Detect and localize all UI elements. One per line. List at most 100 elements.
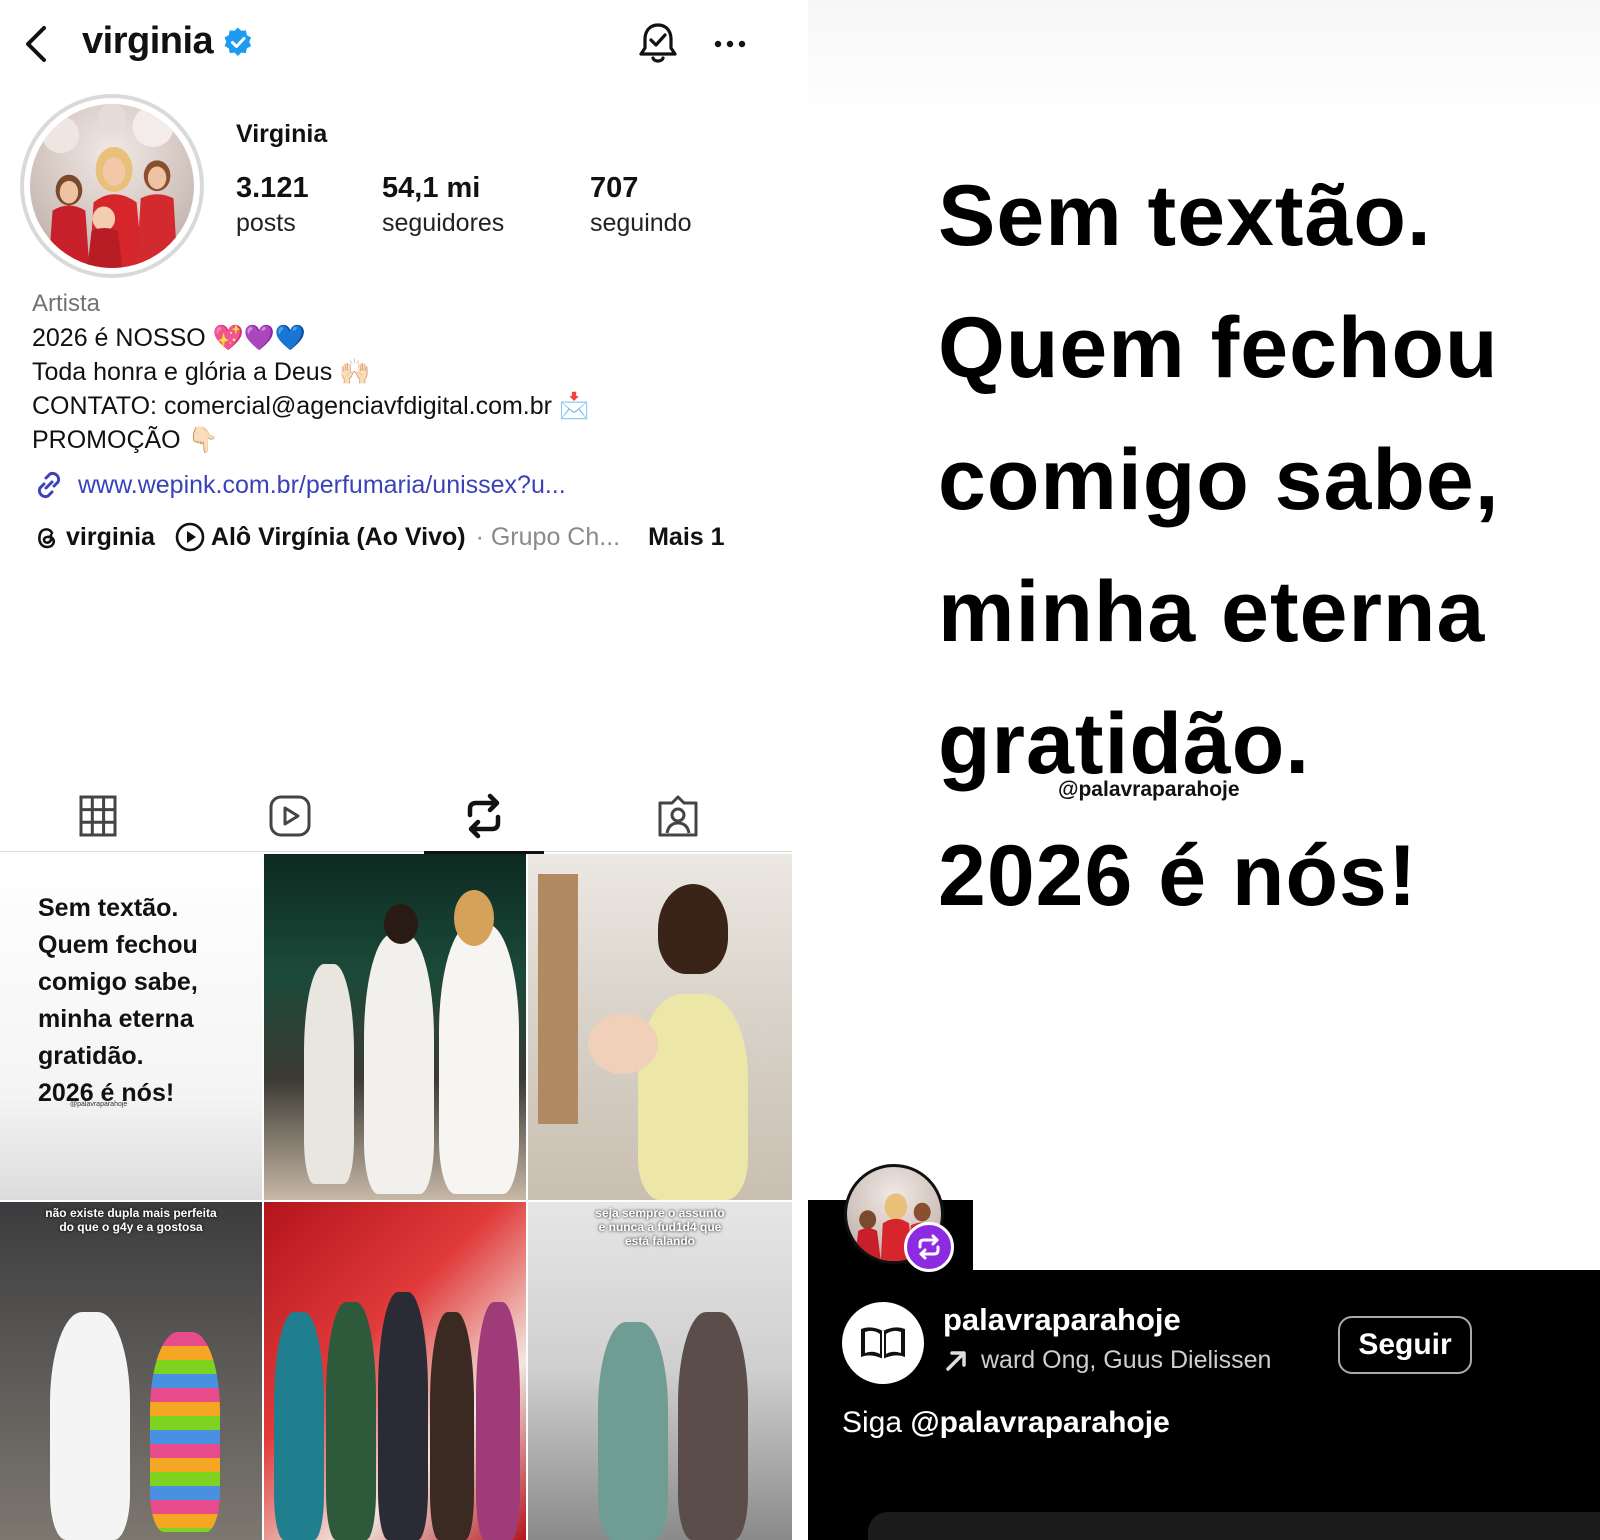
grid-post-text[interactable]: Sem textão. Quem fechou comigo sabe, min…	[0, 854, 262, 1200]
text-post-line: comigo sabe,	[38, 968, 198, 996]
stat-posts-label: posts	[236, 209, 296, 237]
story-line: Quem fechou	[938, 300, 1499, 396]
photo-figure	[384, 904, 418, 944]
more-options-button[interactable]	[712, 26, 748, 62]
story-caption-handle[interactable]: @palavraparahoje	[910, 1406, 1169, 1439]
reposts-grid: Sem textão. Quem fechou comigo sabe, min…	[0, 854, 792, 1540]
story-account-name[interactable]: palavraparahoje	[943, 1302, 1181, 1338]
repost-badge	[904, 1222, 954, 1272]
stat-posts[interactable]: 3.121 posts	[236, 172, 309, 238]
avatar-photo	[30, 104, 194, 268]
grid-icon	[79, 795, 117, 837]
story-music[interactable]: ward Ong, Guus Dielissen	[943, 1346, 1303, 1375]
repost-badge-icon	[918, 1234, 940, 1260]
photo-figure	[658, 884, 728, 974]
story-caption-prefix: Siga	[842, 1406, 911, 1439]
live-chip[interactable]: Alô Virgínia (Ao Vivo) · Grupo Ch...	[175, 522, 620, 552]
profile-handle: virginia	[82, 20, 253, 63]
story-line: minha eterna	[938, 564, 1486, 660]
photo-figure	[430, 1312, 474, 1540]
story-line: comigo sabe,	[938, 432, 1500, 528]
photo-figure	[326, 1302, 376, 1540]
back-button[interactable]	[22, 22, 56, 66]
stat-followers-value: 54,1 mi	[382, 172, 481, 204]
story-account-avatar[interactable]	[842, 1302, 924, 1384]
photo-figure	[364, 934, 434, 1194]
play-circle-icon	[175, 522, 205, 552]
grid-post-photo[interactable]	[264, 854, 526, 1200]
story-text: Sem textão. Quem fechou comigo sabe, min…	[938, 150, 1500, 942]
profile-panel: virginia Virginia 3.121 posts 54,1 mi se…	[0, 0, 792, 1540]
photo-figure	[150, 1332, 220, 1532]
stat-followers[interactable]: 54,1 mi seguidores	[382, 172, 504, 238]
tab-tagged[interactable]	[618, 780, 738, 852]
profile-link-url: www.wepink.com.br/perfumaria/unissex?u..…	[78, 470, 566, 499]
verified-badge-icon	[224, 26, 252, 56]
profile-tabs	[0, 780, 792, 854]
stat-posts-value: 3.121	[236, 172, 309, 204]
grid-post-photo[interactable]: seja sempre o assunto e nunca a fud1d4 q…	[528, 1202, 792, 1540]
story-music-text: ward Ong, Guus Dielissen	[981, 1346, 1272, 1374]
story-watermark: @palavraparahoje	[1058, 778, 1240, 801]
grid-post-photo[interactable]	[264, 1202, 526, 1540]
photo-figure	[598, 1322, 668, 1540]
bio-line: Toda honra e glória a Deus 🙌🏻	[32, 358, 371, 386]
profile-chips: virginia Alô Virgínia (Ao Vivo) · Grupo …	[32, 522, 725, 552]
profile-link[interactable]: www.wepink.com.br/perfumaria/unissex?u..…	[32, 468, 566, 502]
bell-check-icon	[639, 23, 677, 63]
stat-following-label: seguindo	[590, 209, 692, 237]
threads-label: virginia	[66, 522, 155, 551]
profile-full-name: Virginia	[236, 120, 328, 148]
photo-figure	[454, 890, 494, 946]
book-icon	[861, 1327, 905, 1359]
photo-figure	[378, 1292, 428, 1540]
more-chips-button[interactable]: Mais 1	[648, 523, 724, 552]
post-caption: não existe dupla mais perfeita do que o …	[0, 1206, 262, 1234]
tab-reels[interactable]	[230, 780, 350, 852]
photo-wall	[538, 874, 578, 1124]
text-post-line: minha eterna	[38, 1005, 194, 1033]
post-caption-line: do que o g4y e a gostosa	[59, 1220, 203, 1234]
chevron-left-icon	[26, 26, 46, 62]
grid-post-photo[interactable]	[528, 854, 792, 1200]
tab-reposts[interactable]	[424, 780, 544, 854]
bio-line: CONTATO: comercial@agenciavfdigital.com.…	[32, 392, 591, 420]
notifications-button[interactable]	[636, 20, 680, 66]
photo-figure	[439, 924, 519, 1194]
story-footer	[808, 1270, 1600, 1540]
post-caption-line: e nunca a fud1d4 que	[598, 1220, 722, 1234]
story-line: 2026 é nós!	[938, 828, 1418, 924]
text-post-line: gratidão.	[38, 1042, 144, 1070]
photo-figure	[638, 994, 748, 1200]
profile-avatar[interactable]	[20, 94, 204, 278]
profile-header: virginia	[0, 0, 792, 90]
ellipsis-icon	[714, 40, 746, 48]
grid-post-photo[interactable]: não existe dupla mais perfeita do que o …	[0, 1202, 262, 1540]
text-post-watermark: @palavraparahoje	[70, 1101, 128, 1108]
bio-line: 2026 é NOSSO 💖💜💙	[32, 324, 307, 352]
follow-button[interactable]: Seguir	[1338, 1316, 1472, 1374]
tab-grid[interactable]	[38, 780, 158, 852]
live-label: Alô Virgínia (Ao Vivo)	[210, 522, 466, 551]
handle-text: virginia	[82, 20, 214, 62]
photo-figure	[50, 1312, 130, 1540]
stat-following-value: 707	[590, 172, 639, 204]
story-line: Sem textão.	[938, 168, 1432, 264]
reels-icon	[269, 795, 311, 837]
photo-figure	[678, 1312, 748, 1540]
post-caption-line: não existe dupla mais perfeita	[45, 1206, 217, 1220]
photo-figure	[304, 964, 354, 1184]
post-caption-line: está falando	[624, 1234, 696, 1248]
threads-chip[interactable]: virginia	[32, 523, 155, 552]
stat-following[interactable]: 707 seguindo	[590, 172, 691, 238]
story-viewer[interactable]: Sem textão. Quem fechou comigo sabe, min…	[808, 0, 1600, 1540]
arrow-up-right-icon	[946, 1350, 966, 1371]
story-caption: Siga @palavraparahoje	[842, 1406, 1170, 1440]
stat-followers-label: seguidores	[382, 209, 505, 237]
repost-icon	[467, 793, 501, 839]
photo-figure	[476, 1302, 520, 1540]
family-photo-illustration	[42, 104, 178, 268]
photo-figure	[274, 1312, 324, 1540]
threads-icon	[38, 528, 56, 549]
story-reply-bar[interactable]	[868, 1512, 1600, 1540]
